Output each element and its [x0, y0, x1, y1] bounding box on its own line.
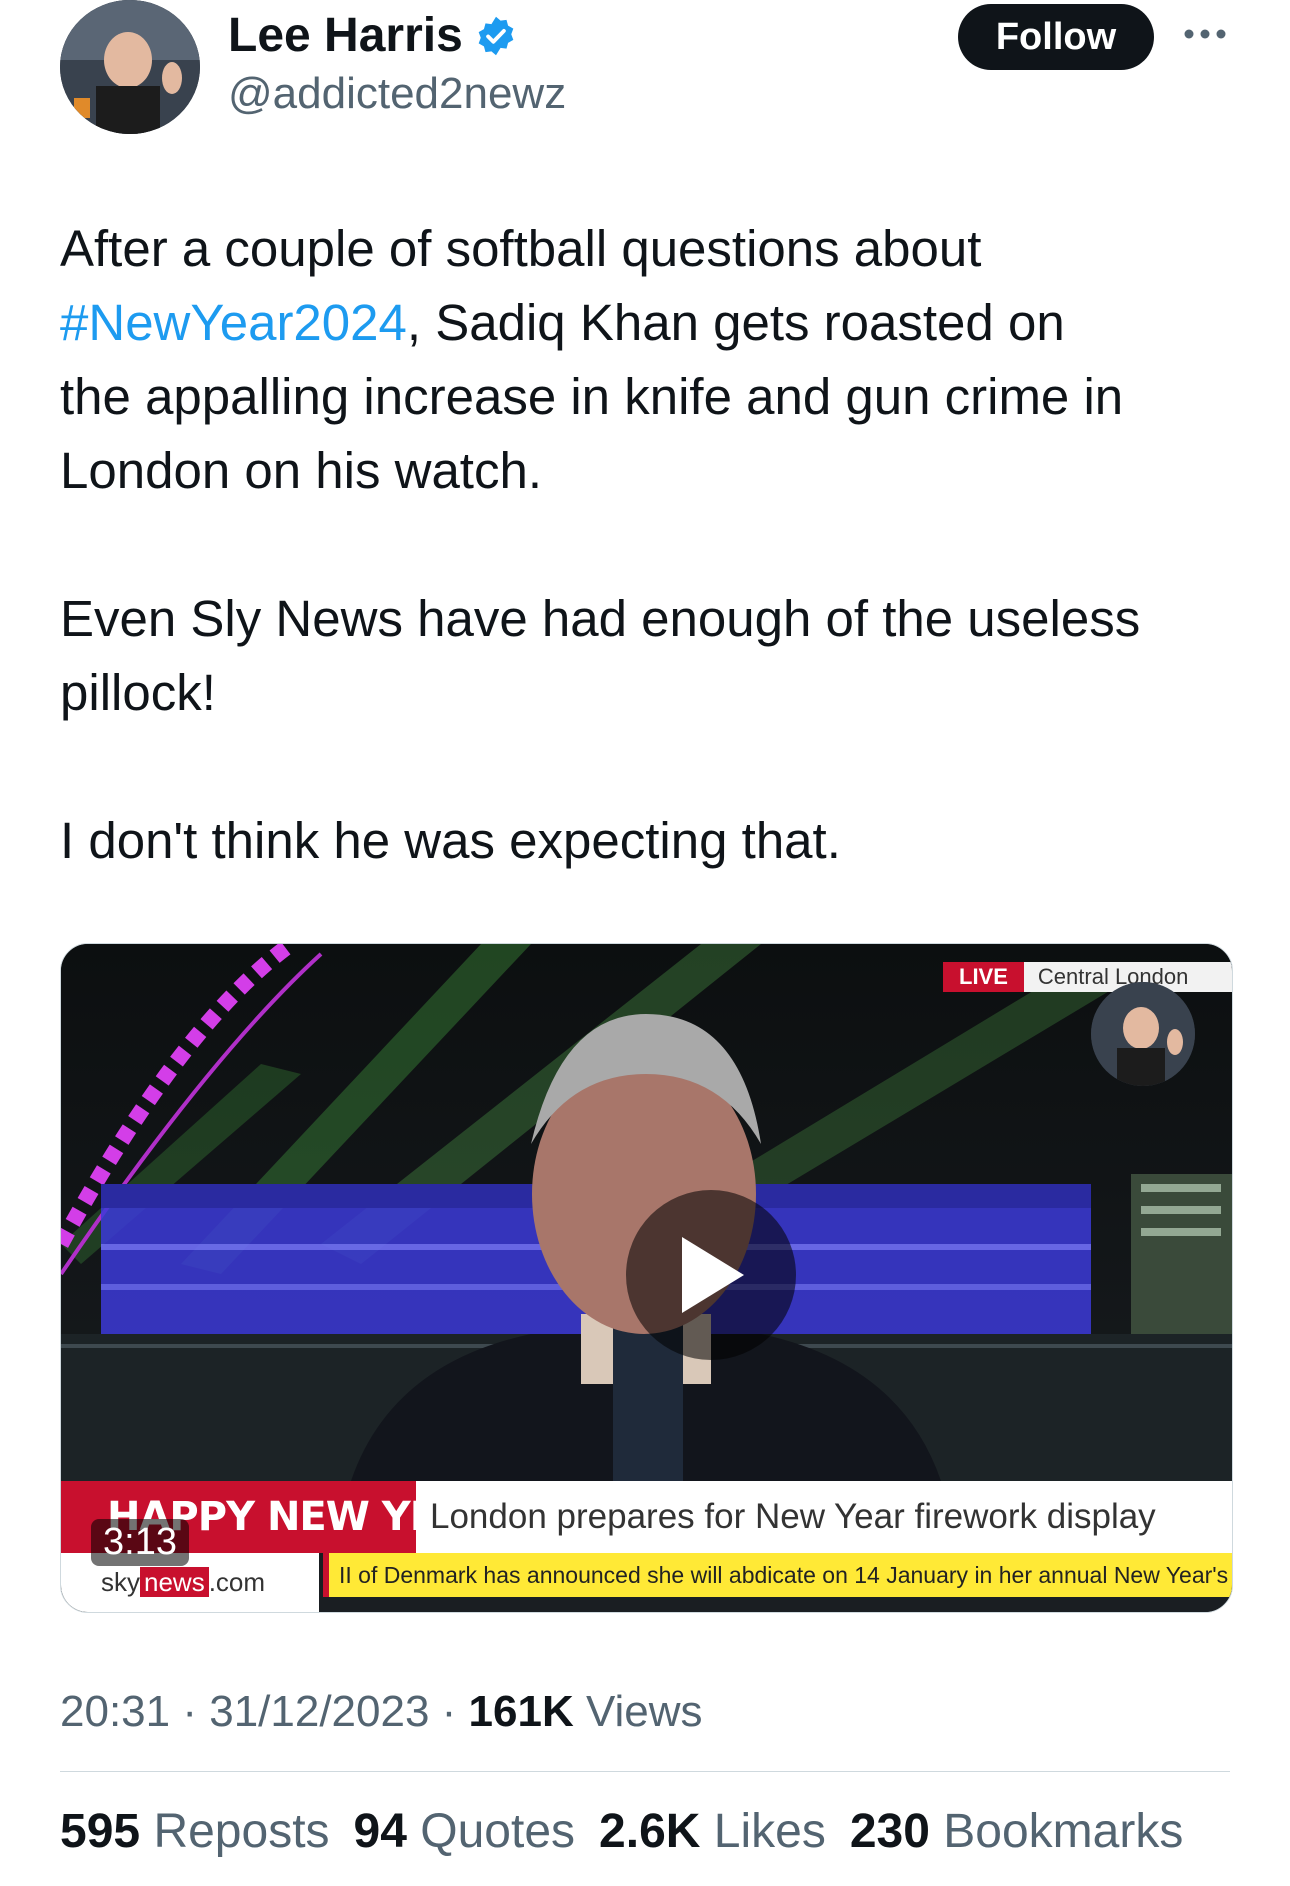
tweet-line: I don't think he was expecting that. [60, 812, 841, 869]
pip-avatar [1091, 982, 1195, 1086]
quotes-label: Quotes [420, 1805, 576, 1858]
engagement-stats: 595 Reposts 94 Quotes 2.6K Likes 230 Boo… [60, 1800, 1183, 1864]
more-icon[interactable] [1182, 20, 1228, 48]
bookmarks-stat[interactable]: 230 Bookmarks [850, 1800, 1184, 1864]
tweet-line: London on his watch. [60, 442, 543, 499]
news-lower-third: HAPPY NEW YEAR London prepares for New Y… [61, 1481, 1232, 1612]
quotes-stat[interactable]: 94 Quotes [354, 1800, 576, 1864]
separator: · [429, 1687, 469, 1736]
live-indicator: LIVE Central London [943, 962, 1232, 992]
quotes-count: 94 [353, 1805, 407, 1858]
likes-stat[interactable]: 2.6K Likes [599, 1800, 826, 1864]
video-player[interactable]: LIVE Central London HAPPY NEW YEAR Londo… [60, 943, 1233, 1613]
brand-sky: sky [101, 1567, 140, 1597]
author-handle[interactable]: @addicted2newz [228, 64, 566, 124]
hashtag-link[interactable]: #NewYear2024 [60, 294, 407, 351]
separator: · [170, 1687, 210, 1736]
author-name-row[interactable]: Lee Harris [228, 4, 517, 68]
live-badge: LIVE [943, 962, 1024, 992]
tweet-line: #NewYear2024, Sadiq Khan gets roasted on [60, 286, 1230, 360]
likes-count: 2.6K [599, 1805, 701, 1858]
verified-badge-icon [478, 16, 514, 56]
divider [60, 1771, 1230, 1772]
tweet-line-rest: , Sadiq Khan gets roasted on [406, 294, 1065, 351]
tweet-line: the appalling increase in knife and gun … [60, 368, 1124, 425]
bookmarks-count: 230 [849, 1805, 930, 1858]
avatar[interactable] [60, 0, 200, 134]
tweet-time[interactable]: 20:31 [60, 1687, 170, 1736]
bookmarks-label: Bookmarks [943, 1805, 1184, 1858]
tweet-line: pillock! [60, 664, 216, 721]
reposts-label: Reposts [153, 1805, 330, 1858]
views-count: 161K [468, 1687, 574, 1736]
brand-news: news [140, 1567, 209, 1597]
news-headline: London prepares for New Year firework di… [416, 1481, 1232, 1553]
play-button[interactable] [626, 1190, 796, 1360]
reposts-stat[interactable]: 595 Reposts [60, 1800, 330, 1864]
tweet-line: After a couple of softball questions abo… [60, 220, 982, 277]
tweet-line: Even Sly News have had enough of the use… [60, 590, 1141, 647]
news-ticker: II of Denmark has announced she will abd… [323, 1553, 1232, 1597]
views-label: Views [573, 1687, 703, 1736]
follow-button[interactable]: Follow [958, 4, 1154, 70]
tweet-date[interactable]: 31/12/2023 [209, 1687, 429, 1736]
video-duration: 3:13 [91, 1519, 189, 1566]
tweet-meta: 20:31 · 31/12/2023 · 161K Views [60, 1682, 703, 1742]
brand-com: .com [208, 1567, 266, 1597]
tweet-text: After a couple of softball questions abo… [60, 212, 1230, 878]
author-name[interactable]: Lee Harris [228, 4, 463, 68]
likes-label: Likes [713, 1805, 826, 1858]
play-icon [682, 1237, 744, 1313]
reposts-count: 595 [60, 1805, 141, 1858]
